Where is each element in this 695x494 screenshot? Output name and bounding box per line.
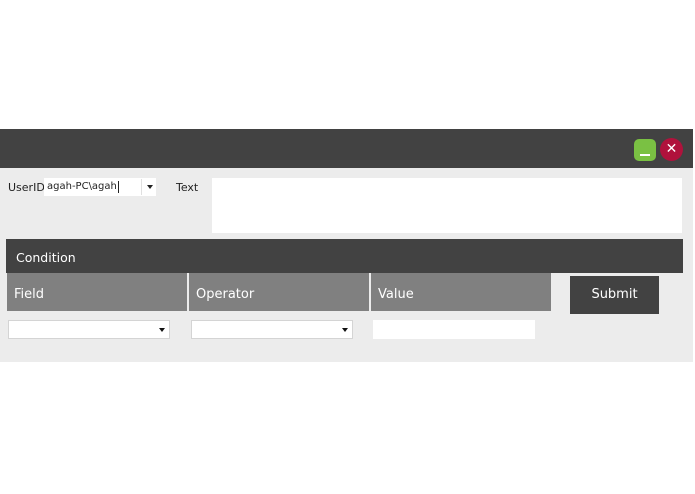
submit-button[interactable]: Submit: [570, 276, 659, 314]
column-header-value: Value: [371, 273, 551, 311]
column-header-operator-label: Operator: [196, 287, 255, 302]
column-header-operator: Operator: [189, 273, 369, 311]
userid-combobox[interactable]: agah-PC\agah: [44, 178, 156, 196]
close-icon: ✕: [665, 141, 678, 157]
condition-title: Condition: [16, 250, 76, 265]
userid-label: UserID: [8, 181, 45, 194]
text-input[interactable]: [212, 178, 682, 233]
field-dropdown[interactable]: [8, 320, 170, 339]
minimize-button[interactable]: [634, 139, 656, 161]
query-window: ✕ UserID agah-PC\agah Text Condition Fie…: [0, 129, 693, 362]
column-header-field-label: Field: [14, 287, 45, 302]
chevron-down-icon[interactable]: [159, 328, 165, 332]
value-input[interactable]: [373, 320, 535, 339]
chevron-down-icon[interactable]: [147, 185, 153, 189]
column-header-field: Field: [7, 273, 187, 311]
text-label: Text: [176, 181, 199, 194]
chevron-down-icon[interactable]: [342, 328, 348, 332]
close-button[interactable]: ✕: [660, 138, 683, 161]
condition-header: Condition: [6, 239, 683, 273]
title-bar: ✕: [0, 129, 693, 168]
operator-dropdown[interactable]: [191, 320, 353, 339]
column-header-value-label: Value: [378, 287, 414, 302]
userid-value[interactable]: agah-PC\agah: [47, 181, 119, 193]
combobox-divider: [141, 179, 142, 195]
